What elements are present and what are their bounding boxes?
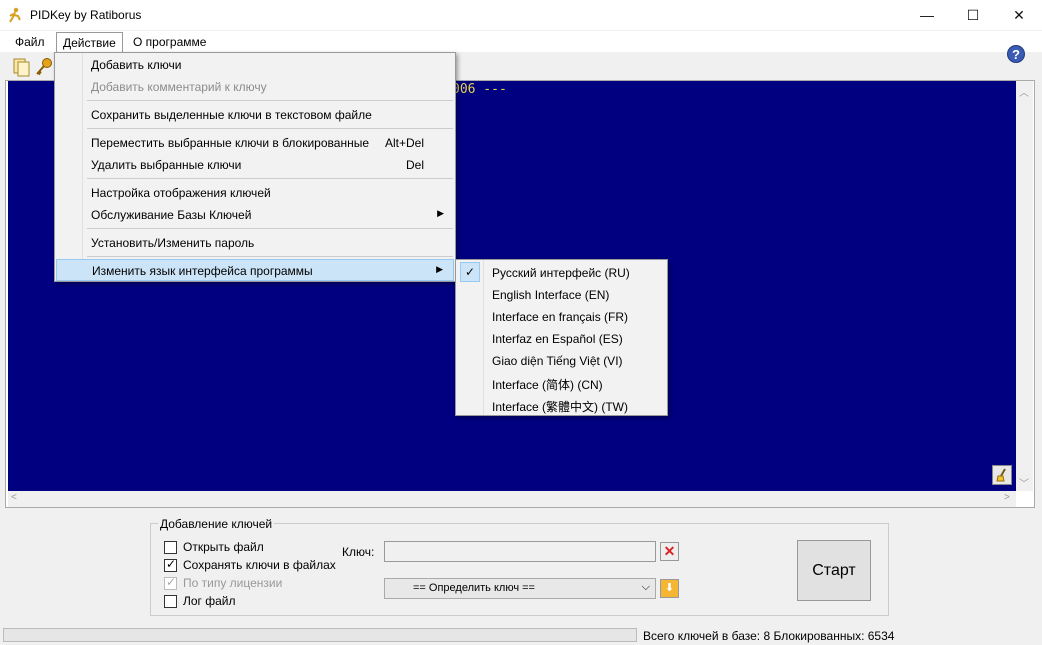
language-item-es[interactable]: Interfaz en Español (ES) xyxy=(457,327,666,349)
close-icon: ✕ xyxy=(663,543,676,559)
menu-separator xyxy=(87,128,453,129)
language-label: Русский интерфейс (RU) xyxy=(492,266,630,280)
progress-bar xyxy=(3,628,637,642)
menu-action[interactable]: Действие xyxy=(56,32,123,52)
horizontal-scrollbar[interactable]: < > xyxy=(8,491,1016,507)
menu-item-set-password[interactable]: Установить/Изменить пароль xyxy=(56,232,454,254)
scroll-up-icon[interactable]: ︿ xyxy=(1019,84,1029,99)
menu-item-change-language[interactable]: Изменить язык интерфейса программы ▶ xyxy=(56,259,454,281)
log-file-label: Лог файл xyxy=(183,594,236,608)
save-keys-checkbox[interactable]: Сохранять ключи в файлах xyxy=(164,557,336,573)
menu-item-move-to-blocked[interactable]: Переместить выбранные ключи в блокирован… xyxy=(56,132,454,154)
vertical-scrollbar[interactable]: ︿ ﹀ xyxy=(1016,81,1033,491)
clear-key-button[interactable]: ✕ xyxy=(660,542,679,561)
menu-item-label: Установить/Изменить пароль xyxy=(91,236,255,250)
by-license-checkbox: По типу лицензии xyxy=(164,575,282,591)
scroll-left-icon[interactable]: < xyxy=(11,492,17,503)
language-label: English Interface (EN) xyxy=(492,288,610,302)
detect-key-select[interactable]: == Определить ключ == ⌵ xyxy=(384,578,656,599)
menu-item-label: Переместить выбранные ключи в блокирован… xyxy=(91,136,369,150)
copy-icon[interactable] xyxy=(12,57,32,77)
title-bar: PIDKey by Ratiborus — ☐ ✕ xyxy=(0,0,1042,30)
start-button[interactable]: Старт xyxy=(797,540,871,601)
open-file-checkbox[interactable]: Открыть файл xyxy=(164,539,264,555)
menu-item-shortcut: Alt+Del xyxy=(384,136,424,150)
menu-file[interactable]: Файл xyxy=(9,32,51,52)
key-label: Ключ: xyxy=(342,545,375,559)
open-file-label: Открыть файл xyxy=(183,540,264,554)
menu-item-label: Добавить комментарий к ключу xyxy=(91,80,267,94)
checkbox-box[interactable] xyxy=(164,557,177,572)
broom-icon xyxy=(996,468,1006,482)
action-menu: Добавить ключи Добавить комментарий к кл… xyxy=(54,52,456,282)
key-input[interactable] xyxy=(384,541,656,562)
chevron-down-icon: ⌵ xyxy=(641,581,650,593)
menu-item-add-comment: Добавить комментарий к ключу xyxy=(56,76,454,98)
menu-item-label: Обслуживание Базы Ключей xyxy=(91,208,252,222)
app-icon xyxy=(9,7,21,23)
menu-about[interactable]: О программе xyxy=(127,32,212,52)
scroll-down-icon[interactable]: ﹀ xyxy=(1019,475,1029,490)
console-text: 006 --- xyxy=(452,82,507,97)
menu-bar: Файл Действие О программе xyxy=(0,31,1042,52)
language-item-tw[interactable]: Interface (繁體中文) (TW) xyxy=(457,393,666,415)
menu-item-label: Изменить язык интерфейса программы xyxy=(92,264,313,278)
menu-item-shortcut: Del xyxy=(405,158,424,172)
language-item-ru[interactable]: ✓ Русский интерфейс (RU) xyxy=(457,261,666,283)
add-keys-group-title: Добавление ключей xyxy=(158,517,275,531)
minimize-button[interactable]: — xyxy=(904,0,950,30)
save-keys-label: Сохранять ключи в файлах xyxy=(183,558,336,572)
menu-item-label: Удалить выбранные ключи xyxy=(91,158,242,172)
submenu-arrow-icon: ▶ xyxy=(436,264,443,274)
checkbox-box[interactable] xyxy=(164,540,177,554)
language-label: Interface (繁體中文) (TW) xyxy=(492,400,629,414)
language-item-fr[interactable]: Interface en français (FR) xyxy=(457,305,666,327)
menu-item-label: Настройка отображения ключей xyxy=(91,186,271,200)
menu-item-add-keys[interactable]: Добавить ключи xyxy=(56,54,454,76)
log-file-checkbox[interactable]: Лог файл xyxy=(164,593,236,609)
clear-console-button[interactable] xyxy=(992,465,1012,485)
maximize-button[interactable]: ☐ xyxy=(950,0,996,30)
language-label: Interface en français (FR) xyxy=(492,310,629,324)
language-label: Interfaz en Español (ES) xyxy=(492,332,623,346)
close-button[interactable]: ✕ xyxy=(996,0,1042,30)
submenu-arrow-icon: ▶ xyxy=(437,208,444,218)
download-icon: ⬇ xyxy=(664,582,675,594)
menu-item-display-settings[interactable]: Настройка отображения ключей xyxy=(56,182,454,204)
checkbox-box[interactable] xyxy=(164,594,177,608)
window-title: PIDKey by Ratiborus xyxy=(30,8,142,22)
menu-separator xyxy=(87,100,453,101)
language-label: Giao diện Tiếng Việt (VI) xyxy=(492,354,623,368)
status-text: Всего ключей в базе: 8 Блокированных: 65… xyxy=(643,629,895,643)
help-icon[interactable]: ? xyxy=(1007,45,1025,63)
detect-key-select-value: == Определить ключ == xyxy=(413,582,535,594)
key-icon[interactable] xyxy=(34,57,54,77)
by-license-label: По типу лицензии xyxy=(183,576,283,590)
menu-item-label: Сохранить выделенные ключи в текстовом ф… xyxy=(91,108,372,122)
menu-item-delete-selected[interactable]: Удалить выбранные ключи Del xyxy=(56,154,454,176)
scroll-right-icon[interactable]: > xyxy=(1004,492,1010,503)
menu-separator xyxy=(87,178,453,179)
menu-item-label: Добавить ключи xyxy=(91,58,182,72)
language-item-cn[interactable]: Interface (简体) (CN) xyxy=(457,371,666,393)
checkmark-icon: ✓ xyxy=(460,262,480,282)
menu-separator xyxy=(87,256,453,257)
language-label: Interface (简体) (CN) xyxy=(492,378,603,392)
download-button[interactable]: ⬇ xyxy=(660,579,679,598)
language-submenu: ✓ Русский интерфейс (RU) English Interfa… xyxy=(455,259,668,416)
menu-item-db-maintenance[interactable]: Обслуживание Базы Ключей ▶ xyxy=(56,204,454,226)
language-item-vi[interactable]: Giao diện Tiếng Việt (VI) xyxy=(457,349,666,371)
checkbox-box xyxy=(164,575,177,590)
menu-item-save-selected[interactable]: Сохранить выделенные ключи в текстовом ф… xyxy=(56,104,454,126)
language-item-en[interactable]: English Interface (EN) xyxy=(457,283,666,305)
menu-separator xyxy=(87,228,453,229)
